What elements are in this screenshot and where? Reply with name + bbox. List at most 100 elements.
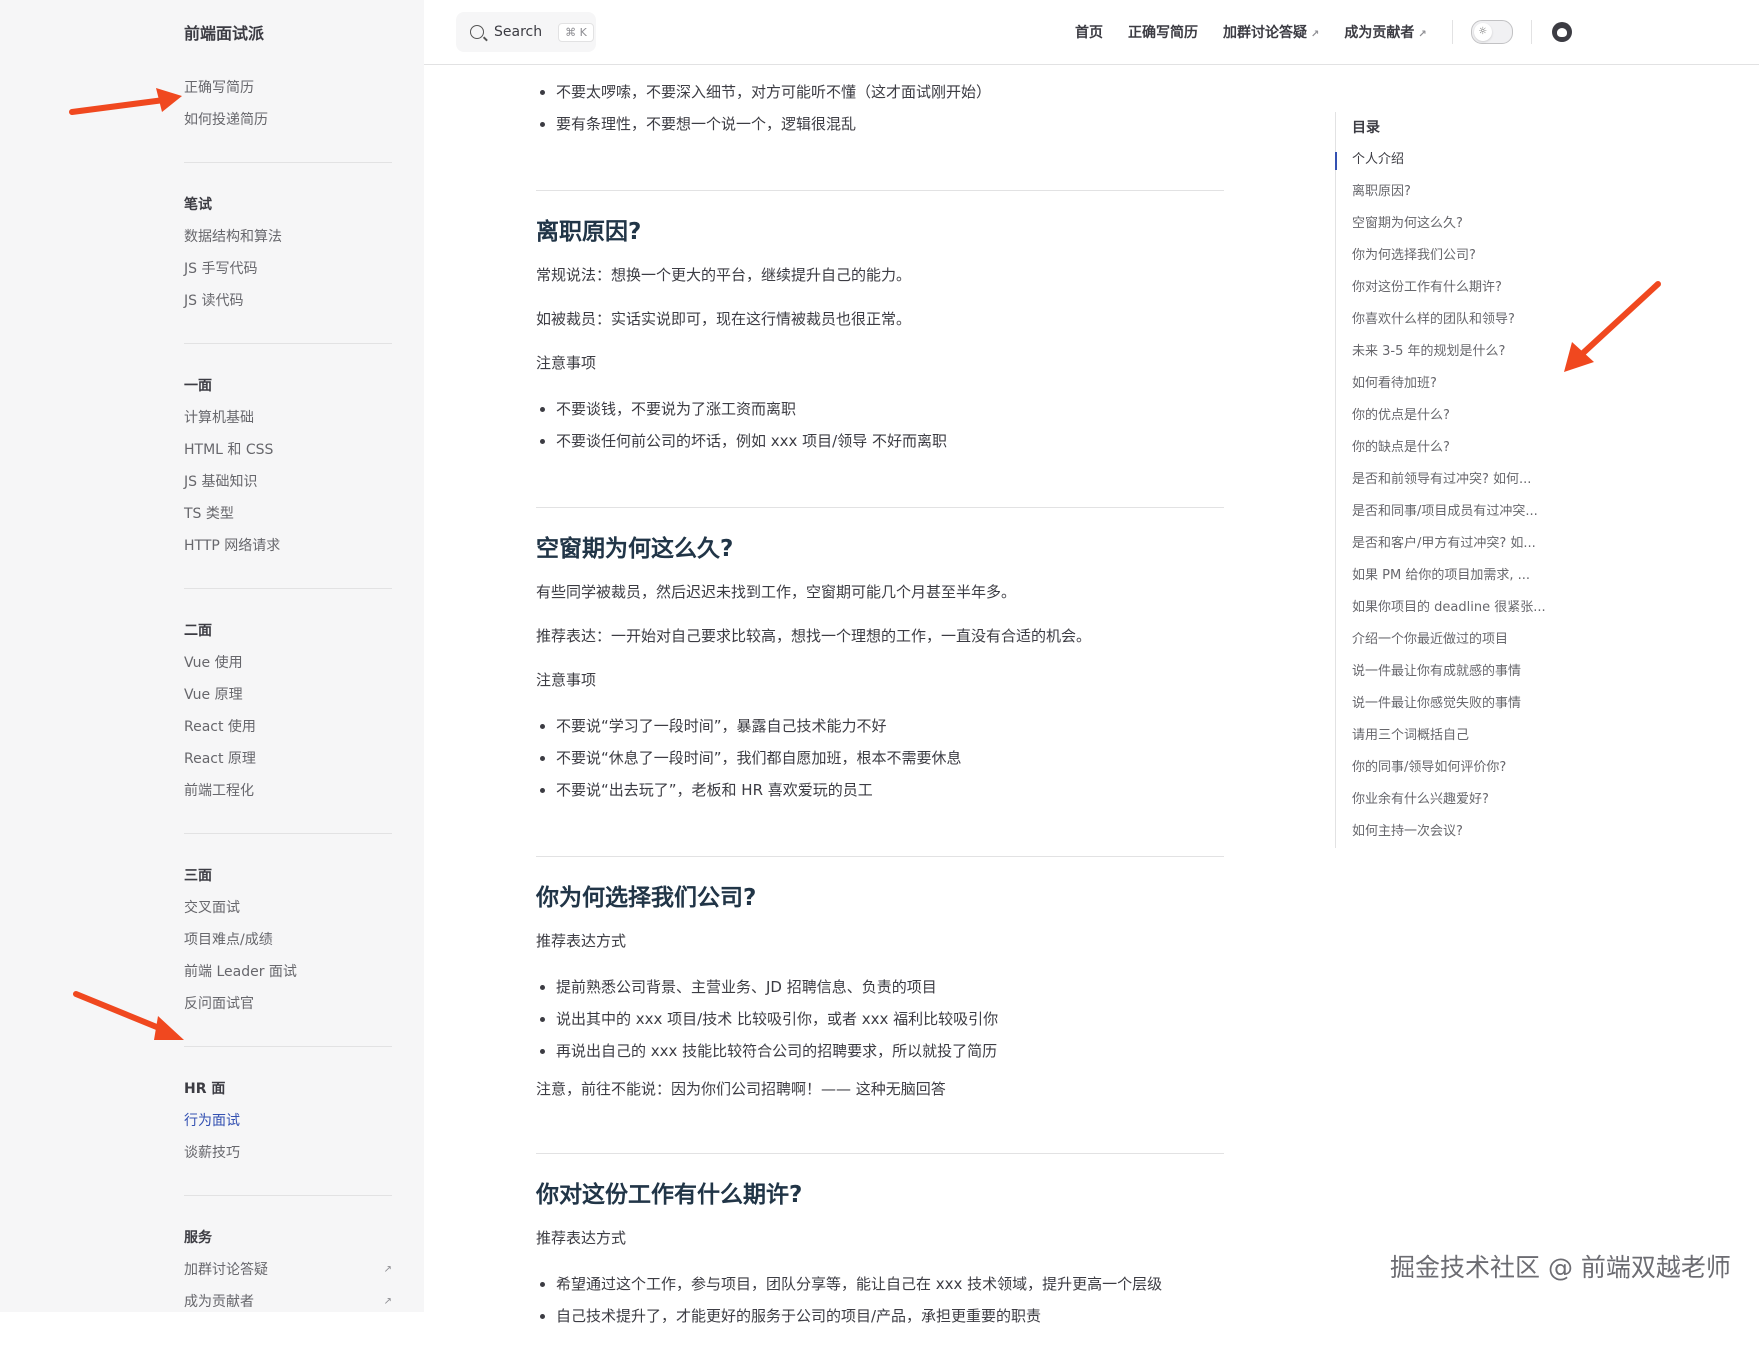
nav-divider [1530, 20, 1532, 44]
paragraph: 推荐表达方式 [536, 932, 627, 950]
list-item: 不要谈钱，不要说为了涨工资而离职 [556, 393, 1224, 425]
sidebar-item-leader-interview[interactable]: 前端 Leader 面试 [184, 956, 392, 988]
list-item: 要有条理性，不要想一个说一个，逻辑很混乱 [556, 108, 1224, 140]
outline-item[interactable]: 如何主持一次会议? [1352, 816, 1562, 848]
sidebar-item-label: 成为贡献者 [184, 1294, 254, 1310]
sidebar-group-services: 服务 加群讨论答疑 ↗ 成为贡献者 ↗ [184, 1222, 392, 1344]
list-item: 自己技术提升了，才能更好的服务于公司的项目/产品，承担更重要的职责 [556, 1300, 1224, 1332]
list-item: 不要太啰嗦，不要深入细节，对方可能听不懂（这才面试刚开始） [556, 76, 1224, 108]
search-label: Search [494, 24, 543, 40]
list-item: 不要谈任何前公司的坏话，例如 xxx 项目/领导 不好而离职 [556, 425, 1224, 457]
bullet-list: 希望通过这个工作，参与项目，团队分享等，能让自己在 xxx 技术领域，提升更高一… [536, 1268, 1224, 1332]
paragraph: 常规说法：想换一个更大的平台，继续提升自己的能力。 [536, 266, 912, 284]
annotation-arrow-left-top [69, 88, 182, 115]
sidebar-item-vue-principle[interactable]: Vue 原理 [184, 679, 392, 711]
sidebar-group-title: 服务 [184, 1230, 212, 1246]
search-shortcut: ⌘ K [558, 22, 594, 42]
search-icon [470, 25, 484, 39]
sidebar-item-vue-usage[interactable]: Vue 使用 [184, 647, 392, 679]
nav-link-join-group[interactable]: 加群讨论答疑 ↗ [1223, 22, 1319, 42]
sidebar-nav: 正确写简历 如何投递简历 笔试 数据结构和算法 JS 手写代码 JS 读代码 一… [184, 72, 392, 1370]
section-gap-period: 空窗期为何这么久? 有些同学被裁员，然后迟迟未找到工作，空窗期可能几个月甚至半年… [536, 507, 1224, 806]
sidebar-item-react-principle[interactable]: React 原理 [184, 743, 392, 775]
outline-item[interactable]: 你为何选择我们公司? [1352, 240, 1562, 272]
sidebar-group-title: 二面 [184, 623, 212, 639]
sidebar: 前端面试派 正确写简历 如何投递简历 笔试 数据结构和算法 JS 手写代码 JS… [0, 0, 424, 1312]
outline-item[interactable]: 你业余有什么兴趣爱好? [1352, 784, 1562, 816]
outline-item[interactable]: 未来 3-5 年的规划是什么? [1352, 336, 1562, 368]
outline-item[interactable]: 介绍一个你最近做过的项目 [1352, 624, 1562, 656]
section-why-company: 你为何选择我们公司? 推荐表达方式 提前熟悉公司背景、主营业务、JD 招聘信息、… [536, 856, 1224, 1103]
outline-item[interactable]: 是否和客户/甲方有过冲突? 如... [1352, 528, 1562, 560]
paragraph: 有些同学被裁员，然后迟迟未找到工作，空窗期可能几个月甚至半年多。 [536, 583, 1017, 601]
outline-item[interactable]: 如何看待加班? [1352, 368, 1562, 400]
outline-item[interactable]: 你对这份工作有什么期许? [1352, 272, 1562, 304]
outline-item[interactable]: 请用三个词概括自己 [1352, 720, 1562, 752]
sidebar-item-behavior-interview[interactable]: 行为面试 [184, 1105, 392, 1137]
sidebar-item-engineering[interactable]: 前端工程化 [184, 775, 392, 807]
sidebar-item-label: 加群讨论答疑 [184, 1262, 268, 1278]
sidebar-group-title: 笔试 [184, 197, 212, 213]
nav-link-home[interactable]: 首页 [1075, 22, 1103, 42]
sidebar-item-submit-resume[interactable]: 如何投递简历 [184, 104, 392, 136]
outline-item[interactable]: 空窗期为何这么久? [1352, 208, 1562, 240]
outline-item[interactable]: 个人介绍 [1352, 144, 1562, 176]
site-title[interactable]: 前端面试派 [184, 20, 264, 44]
theme-toggle[interactable]: ☼ [1470, 20, 1513, 44]
outline-list: 个人介绍 离职原因? 空窗期为何这么久? 你为何选择我们公司? 你对这份工作有什么期许?… [1352, 144, 1582, 848]
list-item: 希望通过这个工作，参与项目，团队分享等，能让自己在 xxx 技术领域，提升更高一… [556, 1268, 1224, 1300]
external-link-icon: ↗ [1311, 29, 1320, 40]
outline-item[interactable]: 如果 PM 给你的项目加需求, ... [1352, 560, 1562, 592]
sidebar-item-js-read[interactable]: JS 读代码 [184, 285, 392, 317]
outline-item[interactable]: 你的缺点是什么? [1352, 432, 1562, 464]
sidebar-item-html-css[interactable]: HTML 和 CSS [184, 434, 392, 466]
sidebar-item-react-usage[interactable]: React 使用 [184, 711, 392, 743]
sidebar-item-project-difficulty[interactable]: 项目难点/成绩 [184, 924, 392, 956]
paragraph: 推荐表达：一开始对自己要求比较高，想找一个理想的工作，一直没有合适的机会。 [536, 627, 1092, 645]
paragraph: 注意，前往不能说：因为你们公司招聘啊！—— 这种无脑回答 [536, 1080, 946, 1098]
sidebar-group-resume: 正确写简历 如何投递简历 [184, 72, 392, 163]
list-item: 再说出自己的 xxx 技能比较符合公司的招聘要求，所以就投了简历 [556, 1035, 1224, 1067]
nav-divider [1451, 20, 1453, 44]
external-link-icon: ↗ [383, 1296, 392, 1307]
external-link-icon: ↗ [383, 1264, 392, 1275]
paragraph: 注意事项 [536, 671, 597, 689]
nav-link-resume[interactable]: 正确写简历 [1128, 22, 1198, 42]
sidebar-group-title: HR 面 [184, 1081, 226, 1097]
outline-item[interactable]: 你喜欢什么样的团队和领导? [1352, 304, 1562, 336]
section-job-expectation: 你对这份工作有什么期许? 推荐表达方式 希望通过这个工作，参与项目，团队分享等，… [536, 1153, 1224, 1332]
sidebar-item-ask-interviewer[interactable]: 反问面试官 [184, 988, 392, 1020]
nav-link-label: 成为贡献者 [1344, 25, 1415, 41]
list-item: 不要说“学习了一段时间”，暴露自己技术能力不好 [556, 710, 1224, 742]
list-item: 说出其中的 xxx 项目/技术 比较吸引你，或者 xxx 福利比较吸引你 [556, 1003, 1224, 1035]
sidebar-item-algorithms[interactable]: 数据结构和算法 [184, 221, 392, 253]
bullet-list: 提前熟悉公司背景、主营业务、JD 招聘信息、负责的项目 说出其中的 xxx 项目… [536, 971, 1224, 1067]
sidebar-group-round-2: 二面 Vue 使用 Vue 原理 React 使用 React 原理 前端工程化 [184, 615, 392, 834]
outline-item[interactable]: 是否和前领导有过冲突? 如何... [1352, 464, 1562, 496]
section-heading: 离职原因? [536, 219, 642, 245]
sidebar-item-resume[interactable]: 正确写简历 [184, 72, 392, 104]
outline-item[interactable]: 如果你项目的 deadline 很紧张... [1352, 592, 1562, 624]
sidebar-item-salary[interactable]: 谈薪技巧 [184, 1137, 392, 1169]
github-icon[interactable] [1551, 22, 1572, 42]
outline-item[interactable]: 你的同事/领导如何评价你? [1352, 752, 1562, 784]
sidebar-item-cross-interview[interactable]: 交叉面试 [184, 892, 392, 924]
sidebar-group-round-1: 一面 计算机基础 HTML 和 CSS JS 基础知识 TS 类型 HTTP 网… [184, 370, 392, 589]
outline-item[interactable]: 说一件最让你有成就感的事情 [1352, 656, 1562, 688]
sidebar-item-join-group[interactable]: 加群讨论答疑 ↗ [184, 1254, 392, 1286]
sidebar-item-contributor[interactable]: 成为贡献者 ↗ [184, 1286, 392, 1318]
sidebar-item-ts-types[interactable]: TS 类型 [184, 498, 392, 530]
outline-item[interactable]: 你的优点是什么? [1352, 400, 1562, 432]
sidebar-item-js-handwrite[interactable]: JS 手写代码 [184, 253, 392, 285]
nav-links: 首页 正确写简历 加群讨论答疑 ↗ 成为贡献者 ↗ ☼ [1075, 0, 1572, 64]
sidebar-item-cs-basics[interactable]: 计算机基础 [184, 402, 392, 434]
outline-item[interactable]: 说一件最让你感觉失败的事情 [1352, 688, 1562, 720]
sidebar-item-js-basics[interactable]: JS 基础知识 [184, 466, 392, 498]
sidebar-item-http[interactable]: HTTP 网络请求 [184, 530, 392, 562]
watermark: 掘金技术社区 @ 前端双越老师 [1390, 1253, 1731, 1282]
outline-item[interactable]: 是否和同事/项目成员有过冲突... [1352, 496, 1562, 528]
nav-link-contributor[interactable]: 成为贡献者 ↗ [1344, 22, 1426, 42]
bullet-list: 不要谈钱，不要说为了涨工资而离职 不要谈任何前公司的坏话，例如 xxx 项目/领… [536, 393, 1224, 457]
outline-item[interactable]: 离职原因? [1352, 176, 1562, 208]
search-button[interactable]: Search ⌘ K [456, 12, 596, 52]
